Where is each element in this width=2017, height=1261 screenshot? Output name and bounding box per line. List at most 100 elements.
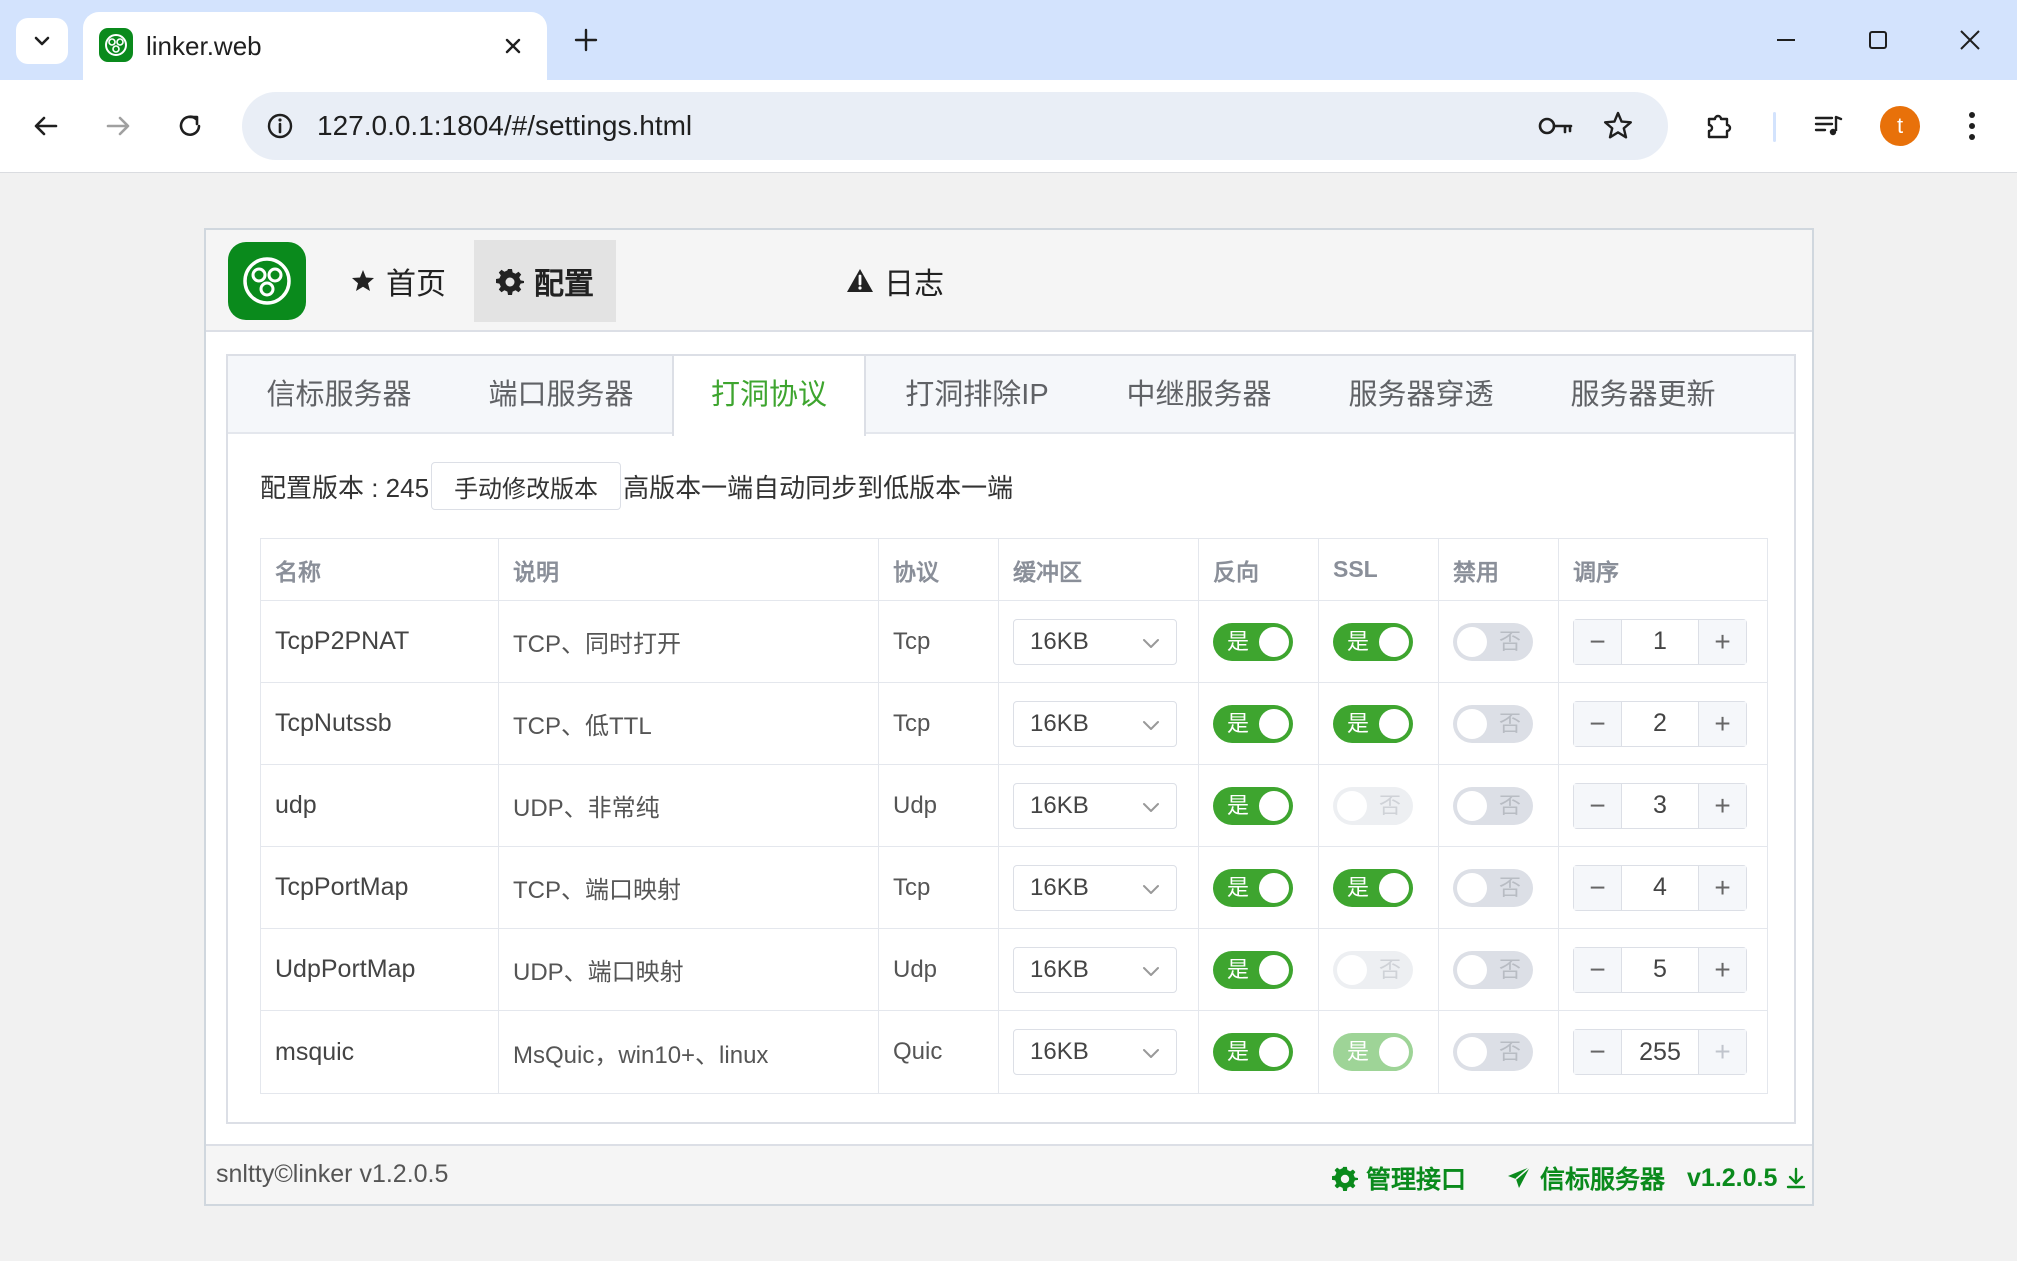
media-control-icon[interactable] (1804, 102, 1852, 150)
ssl-cell: 是 (1319, 601, 1439, 682)
buffer-select[interactable]: 16KB (1013, 700, 1177, 747)
reverse-toggle[interactable]: 是 (1213, 1033, 1293, 1071)
order-value[interactable]: 5 (1622, 948, 1698, 992)
toggle-knob (1457, 790, 1487, 821)
toggle-label: 否 (1498, 874, 1521, 900)
disabled-toggle[interactable]: 否 (1453, 868, 1533, 907)
reverse-cell: 是 (1199, 683, 1319, 764)
disabled-cell: 否 (1439, 1011, 1559, 1093)
tab-punch-exclude-ip[interactable]: 打洞排除IP (866, 356, 1088, 434)
bookmark-star-icon[interactable] (1598, 106, 1638, 146)
tab-port-server[interactable]: 端口服务器 (450, 356, 672, 434)
maximize-icon[interactable] (1854, 16, 1902, 64)
buffer-value: 16KB (1030, 873, 1089, 901)
protocol-type: Tcp (879, 847, 999, 928)
close-tab-icon[interactable] (497, 30, 529, 62)
admin-api-link[interactable]: 管理接口 (1332, 1160, 1466, 1196)
site-info-icon[interactable] (260, 106, 300, 146)
reverse-toggle[interactable]: 是 (1213, 868, 1293, 907)
reverse-toggle[interactable]: 是 (1213, 950, 1293, 989)
ssl-cell: 否 (1319, 765, 1439, 846)
more-menu-icon[interactable] (1948, 102, 1996, 150)
ssl-cell: 是 (1319, 683, 1439, 764)
decrement-button[interactable]: − (1574, 701, 1622, 746)
warning-icon (847, 269, 873, 292)
address-bar[interactable]: 127.0.0.1:1804/#/settings.html (242, 92, 1668, 160)
order-value[interactable]: 255 (1622, 1030, 1698, 1074)
increment-button[interactable]: + (1698, 783, 1746, 828)
table-row: TcpPortMap TCP、端口映射 Tcp 16KB 是 是 否 −4 + (261, 847, 1767, 929)
settings-tabs: 信标服务器 端口服务器 打洞协议 打洞排除IP 中继服务器 服务器穿透 服务器更… (228, 356, 1794, 436)
minimize-icon[interactable] (1762, 16, 1810, 64)
decrement-button[interactable]: − (1574, 1030, 1622, 1074)
toggle-knob (1457, 708, 1487, 739)
new-tab-icon[interactable] (566, 20, 606, 60)
buffer-cell: 16KB (999, 1011, 1199, 1093)
order-value[interactable]: 3 (1622, 784, 1698, 828)
star-icon (352, 270, 374, 291)
close-window-icon[interactable] (1946, 16, 1994, 64)
protocol-desc: UDP、端口映射 (499, 929, 879, 1010)
reverse-toggle[interactable]: 是 (1213, 704, 1293, 743)
buffer-select[interactable]: 16KB (1013, 864, 1177, 911)
buffer-select[interactable]: 16KB (1013, 1029, 1177, 1075)
browser-tab[interactable]: linker.web (83, 12, 547, 80)
tab-hole-punch-protocol[interactable]: 打洞协议 (672, 356, 866, 436)
edit-version-button[interactable]: 手动修改版本 (431, 462, 622, 510)
back-arrow-icon[interactable] (22, 102, 70, 150)
toolbar-separator (1773, 112, 1776, 142)
increment-button[interactable]: + (1698, 865, 1746, 910)
disabled-toggle[interactable]: 否 (1453, 1033, 1533, 1071)
ssl-toggle[interactable]: 是 (1333, 622, 1413, 661)
disabled-cell: 否 (1439, 601, 1559, 682)
ssl-toggle[interactable]: 是 (1333, 704, 1413, 743)
order-value[interactable]: 1 (1622, 620, 1698, 664)
buffer-select[interactable]: 16KB (1013, 782, 1177, 829)
toggle-knob (1457, 626, 1487, 657)
ssl-toggle[interactable]: 是 (1333, 868, 1413, 907)
ssl-toggle[interactable]: 否 (1333, 786, 1413, 825)
reload-icon[interactable] (166, 102, 214, 150)
decrement-button[interactable]: − (1574, 619, 1622, 664)
tab-beacon-server[interactable]: 信标服务器 (228, 356, 450, 434)
disabled-toggle[interactable]: 否 (1453, 704, 1533, 743)
reverse-toggle[interactable]: 是 (1213, 622, 1293, 661)
disabled-cell: 否 (1439, 765, 1559, 846)
tab-search-button[interactable] (16, 18, 68, 64)
protocol-type: Tcp (879, 601, 999, 682)
buffer-select[interactable]: 16KB (1013, 618, 1177, 665)
order-value[interactable]: 4 (1622, 866, 1698, 910)
forward-arrow-icon[interactable] (94, 102, 142, 150)
order-cell: −1 + (1559, 601, 1769, 682)
disabled-toggle[interactable]: 否 (1453, 622, 1533, 661)
nav-config[interactable]: 配置 (474, 240, 616, 322)
nav-logs[interactable]: 日志 (824, 240, 966, 322)
extensions-puzzle-icon[interactable] (1696, 102, 1744, 150)
decrement-button[interactable]: − (1574, 947, 1622, 992)
increment-button[interactable]: + (1698, 619, 1746, 664)
ssl-toggle[interactable]: 否 (1333, 950, 1413, 989)
beacon-server-link[interactable]: 信标服务器 v1.2.0.5 (1506, 1160, 1807, 1196)
disabled-toggle[interactable]: 否 (1453, 950, 1533, 989)
chevron-down-icon (1143, 1049, 1159, 1058)
tab-server-update[interactable]: 服务器更新 (1532, 356, 1754, 434)
reverse-toggle[interactable]: 是 (1213, 786, 1293, 825)
disabled-toggle[interactable]: 否 (1453, 786, 1533, 825)
buffer-select[interactable]: 16KB (1013, 946, 1177, 993)
ssl-toggle[interactable]: 是 (1333, 1033, 1413, 1071)
increment-button[interactable]: + (1698, 1030, 1746, 1074)
buffer-cell: 16KB (999, 847, 1199, 928)
tab-server-forward[interactable]: 服务器穿透 (1310, 356, 1532, 434)
decrement-button[interactable]: − (1574, 865, 1622, 910)
protocol-type: Tcp (879, 683, 999, 764)
protocol-desc: TCP、端口映射 (499, 847, 879, 928)
decrement-button[interactable]: − (1574, 783, 1622, 828)
nav-home[interactable]: 首页 (328, 240, 468, 322)
profile-avatar[interactable]: t (1880, 106, 1920, 146)
download-icon[interactable] (1785, 1166, 1807, 1190)
increment-button[interactable]: + (1698, 701, 1746, 746)
key-icon[interactable] (1536, 106, 1576, 146)
order-value[interactable]: 2 (1622, 702, 1698, 746)
increment-button[interactable]: + (1698, 947, 1746, 992)
tab-relay-server[interactable]: 中继服务器 (1088, 356, 1310, 434)
